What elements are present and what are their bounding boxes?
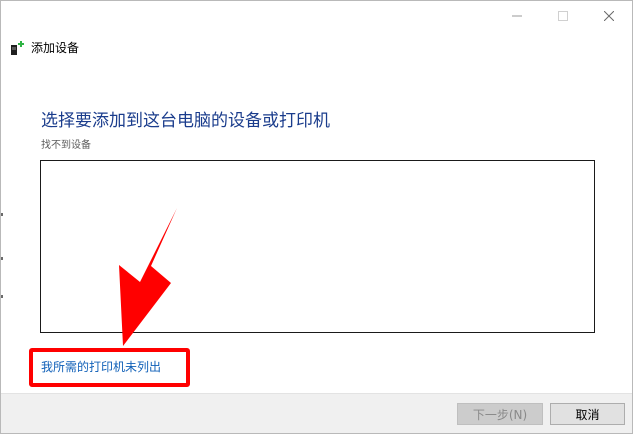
edge-mark bbox=[1, 257, 3, 260]
title-bar-controls bbox=[494, 1, 632, 31]
maximize-icon bbox=[558, 11, 568, 21]
add-device-icon bbox=[11, 40, 24, 55]
printer-not-listed-link[interactable]: 我所需的打印机未列出 bbox=[41, 358, 161, 375]
add-device-window: 添加设备 选择要添加到这台电脑的设备或打印机 找不到设备 我所需的打印机未列出 … bbox=[0, 0, 633, 434]
next-button[interactable]: 下一步(N) bbox=[457, 403, 543, 425]
minimize-icon bbox=[512, 15, 522, 17]
device-list[interactable] bbox=[40, 160, 595, 333]
search-status-text: 找不到设备 bbox=[41, 140, 91, 151]
page-heading: 选择要添加到这台电脑的设备或打印机 bbox=[41, 111, 330, 131]
edge-mark bbox=[1, 295, 3, 298]
maximize-button[interactable] bbox=[540, 1, 586, 31]
dialog-footer: 下一步(N) 取消 bbox=[1, 393, 632, 433]
close-icon bbox=[604, 11, 614, 21]
cancel-button[interactable]: 取消 bbox=[550, 403, 625, 425]
edge-mark bbox=[1, 213, 3, 216]
window-title: 添加设备 bbox=[31, 41, 80, 55]
close-button[interactable] bbox=[586, 1, 632, 31]
minimize-button[interactable] bbox=[494, 1, 540, 31]
window-header: 添加设备 bbox=[9, 39, 79, 56]
